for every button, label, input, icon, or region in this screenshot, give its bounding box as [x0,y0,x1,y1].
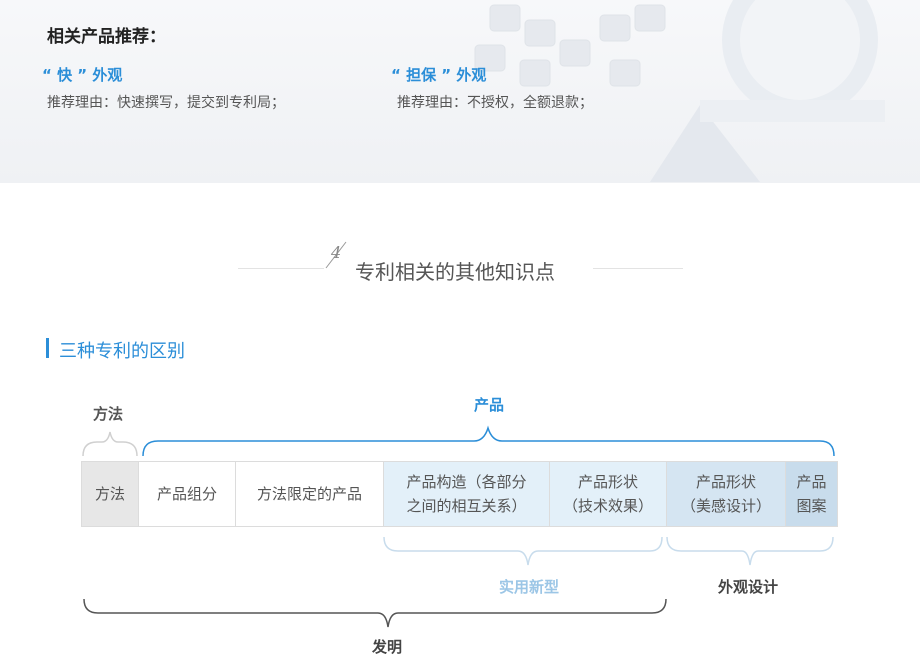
cell-product-composition-text: 产品组分 [156,485,217,503]
diagram-braces [82,425,835,628]
brace-utility [383,536,663,566]
cell-product-structure: 产品构造（各部分 之间的相互关系） [383,461,549,527]
cell-method: 方法 [81,461,138,527]
cell-product-structure-line1: 产品构造（各部分 [406,473,527,491]
brace-product [142,425,835,457]
brace-invention [83,598,667,628]
brace-method [82,431,138,457]
cell-product-shape-aesthetic-line2: （美感设计） [680,497,771,515]
cell-product-shape-aesthetic: 产品形状 （美感设计） [666,461,785,527]
cell-method-defined-product-text: 方法限定的产品 [256,485,362,503]
cell-product-shape-technical-line2: （技术效果） [562,497,653,515]
cell-method-defined-product: 方法限定的产品 [235,461,383,527]
cell-product-shape-technical-line1: 产品形状 [577,473,638,491]
cell-product-structure-line2: 之间的相互关系） [406,497,527,515]
patent-comparison-table: 方法 产品组分 方法限定的产品 产品构造（各部分 之间的相互关系） 产品形状 （… [81,461,838,527]
cell-product-pattern-line1: 产品 [796,473,827,491]
cell-product-pattern: 产品 图案 [785,461,838,527]
cell-product-pattern-line2: 图案 [796,497,827,515]
cell-product-shape-technical: 产品形状 （技术效果） [549,461,666,527]
cell-method-text: 方法 [94,485,125,503]
cell-product-shape-aesthetic-line1: 产品形状 [695,473,756,491]
cell-product-composition: 产品组分 [138,461,235,527]
brace-design [666,536,834,566]
